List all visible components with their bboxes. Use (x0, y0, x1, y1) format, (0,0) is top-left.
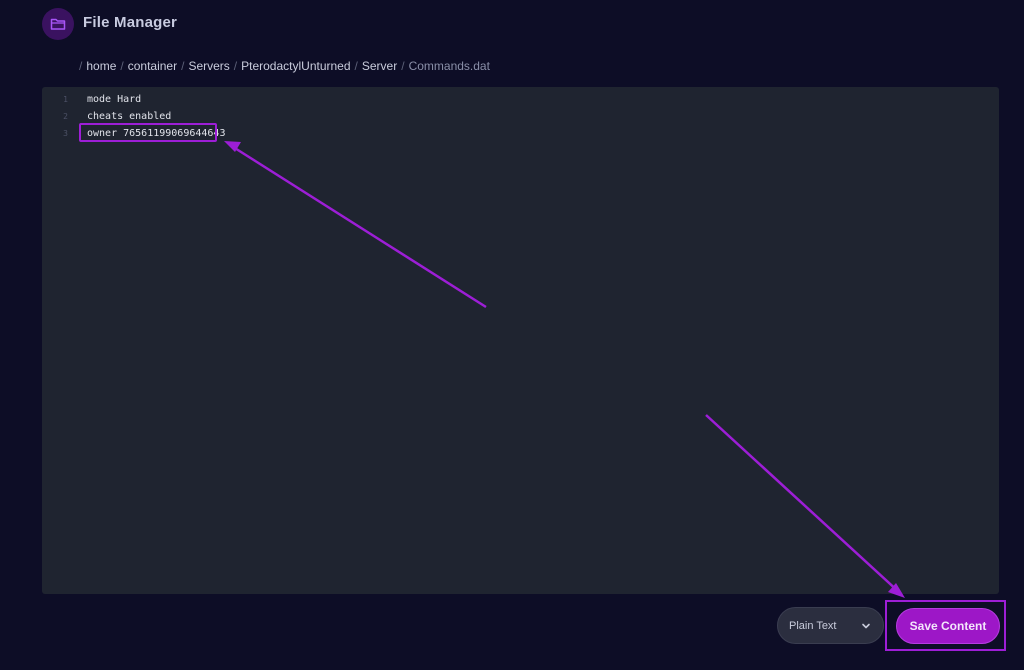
code-editor[interactable]: 1 mode Hard 2 cheats enabled 3 owner 765… (42, 87, 999, 594)
breadcrumb-home[interactable]: home (86, 59, 116, 73)
chevron-down-icon (861, 621, 871, 633)
breadcrumb-pterodactyl-unturned[interactable]: PterodactylUnturned (241, 59, 350, 73)
breadcrumb-separator: / (354, 59, 358, 73)
folder-icon (42, 8, 74, 40)
breadcrumb-separator: / (120, 59, 124, 73)
page-title: File Manager (83, 14, 178, 31)
language-mode-value: Plain Text (789, 619, 837, 632)
breadcrumb-separator: / (233, 59, 238, 73)
editor-line[interactable]: 1 mode Hard (42, 91, 141, 107)
language-mode-select[interactable]: Plain Text (777, 607, 884, 644)
save-button-highlight (885, 600, 1006, 651)
breadcrumb-servers[interactable]: Servers (188, 59, 229, 73)
breadcrumb-current-file: Commands.dat (408, 59, 490, 73)
breadcrumb-separator: / (401, 59, 405, 73)
breadcrumb-container[interactable]: container (128, 59, 177, 73)
breadcrumb-server[interactable]: Server (362, 59, 397, 73)
breadcrumb: / home / container / Servers / Pterodact… (79, 59, 490, 73)
owner-line-highlight (79, 123, 217, 142)
line-number: 2 (63, 111, 68, 121)
breadcrumb-separator: / (79, 59, 83, 73)
editor-line[interactable]: 2 cheats enabled (42, 108, 171, 124)
file-manager-page: File Manager / home / container / Server… (0, 0, 1024, 670)
line-text[interactable]: cheats enabled (87, 111, 171, 122)
line-text[interactable]: mode Hard (87, 94, 141, 105)
line-number: 1 (63, 94, 68, 104)
breadcrumb-separator: / (181, 59, 185, 73)
